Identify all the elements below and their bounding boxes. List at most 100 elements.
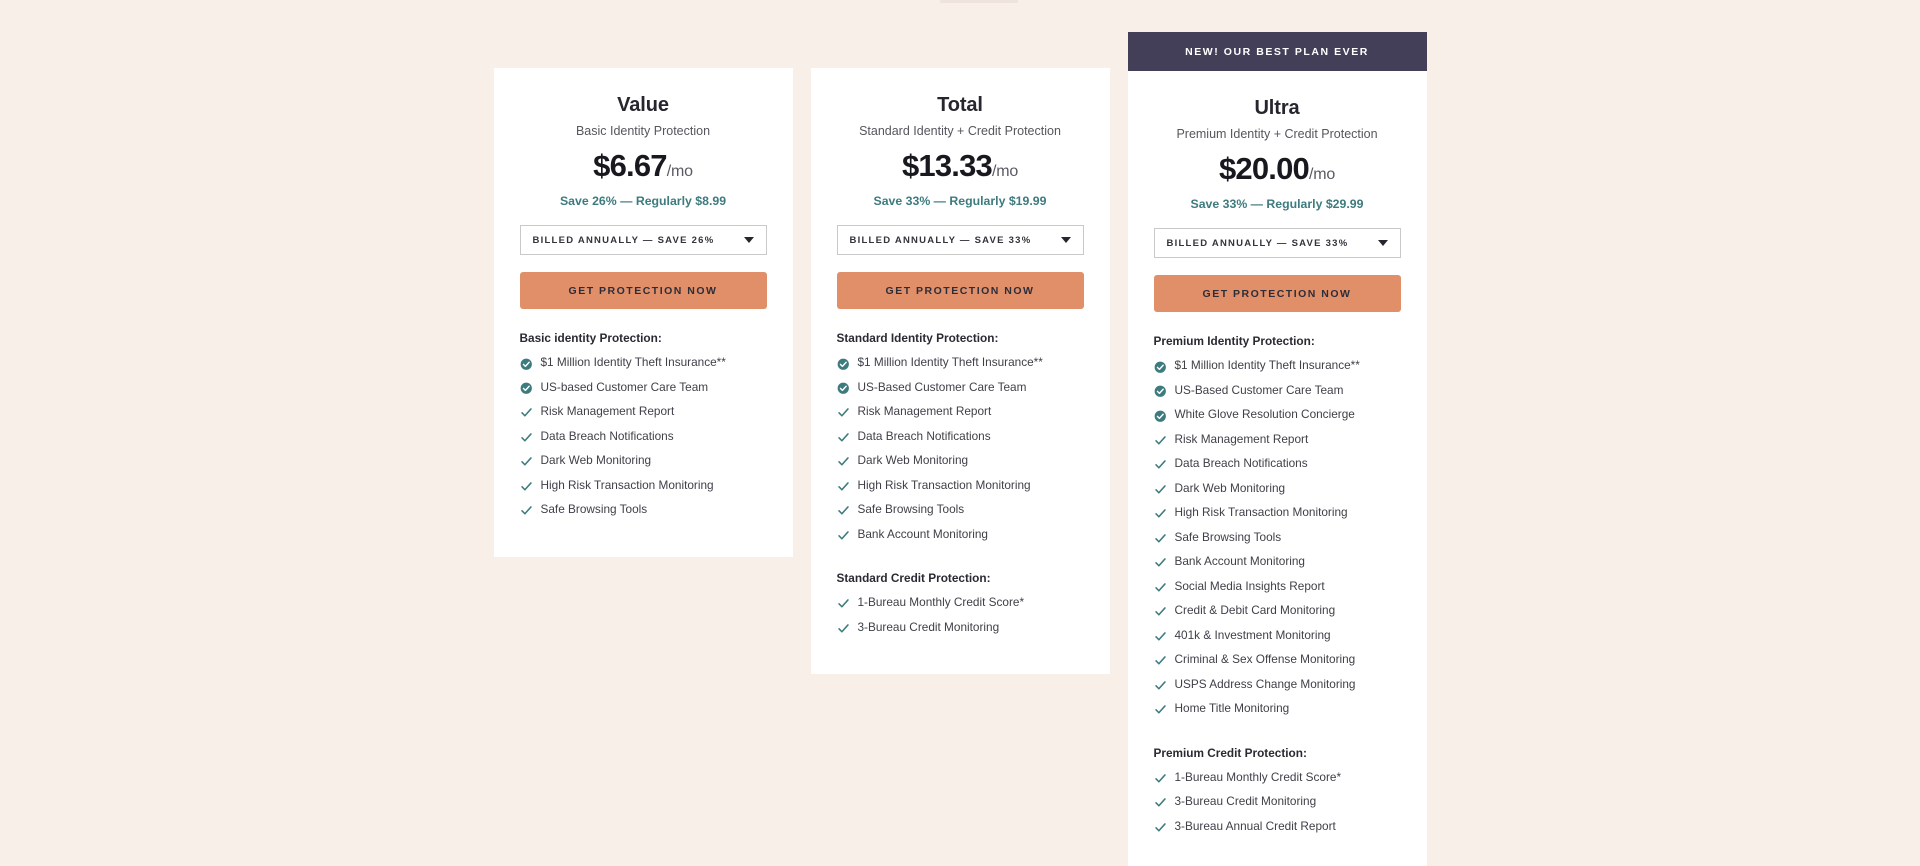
feature-label: Data Breach Notifications: [540, 428, 674, 443]
feature-label: Safe Browsing Tools: [1174, 529, 1282, 544]
pricing-card-total: Total Standard Identity + Credit Protecti…: [810, 68, 1110, 675]
feature-label: High Risk Transaction Monitoring: [540, 477, 714, 492]
check-icon: [1154, 771, 1167, 786]
feature-label: $1 Million Identity Theft Insurance**: [1174, 358, 1360, 373]
feature-label: Social Media Insights Report: [1174, 578, 1325, 593]
feature-item: White Glove Resolution Concierge: [1154, 407, 1401, 423]
feature-item: Dark Web Monitoring: [1154, 481, 1401, 497]
feature-label: 1-Bureau Monthly Credit Score*: [857, 595, 1025, 610]
check-circle-filled-icon: [520, 356, 533, 371]
feature-item: US-based Customer Care Team: [520, 380, 767, 396]
feature-item: $1 Million Identity Theft Insurance**: [837, 355, 1084, 371]
feature-label: $1 Million Identity Theft Insurance**: [857, 355, 1043, 370]
plan-tagline: Premium Identity + Credit Protection: [1176, 127, 1378, 141]
feature-section-heading: Standard Identity Protection:: [836, 331, 999, 346]
check-icon: [837, 596, 850, 611]
price-period: /mo: [1308, 166, 1336, 184]
check-icon: [1154, 457, 1167, 472]
check-icon: [1154, 702, 1167, 717]
feature-list: $1 Million Identity Theft Insurance** US-…: [520, 355, 767, 527]
feature-label: Risk Management Report: [540, 404, 675, 419]
get-protection-button[interactable]: GET PROTECTION NOW: [1153, 275, 1401, 313]
check-icon: [1154, 555, 1167, 570]
get-protection-button[interactable]: GET PROTECTION NOW: [519, 272, 767, 310]
feature-label: White Glove Resolution Concierge: [1174, 407, 1355, 422]
feature-item: 1-Bureau Monthly Credit Score*: [837, 595, 1084, 611]
plan-tagline: Standard Identity + Credit Protection: [859, 124, 1061, 138]
feature-item: High Risk Transaction Monitoring: [520, 478, 767, 494]
feature-item: Risk Management Report: [1154, 432, 1401, 448]
feature-label: 1-Bureau Monthly Credit Score*: [1174, 769, 1342, 784]
feature-item: High Risk Transaction Monitoring: [837, 478, 1084, 494]
check-icon: [837, 430, 850, 445]
feature-label: Home Title Monitoring: [1174, 701, 1290, 716]
check-icon: [837, 454, 850, 469]
feature-label: Data Breach Notifications: [857, 428, 991, 443]
feature-item: Social Media Insights Report: [1154, 579, 1401, 595]
check-icon: [1154, 678, 1167, 693]
check-icon: [1154, 629, 1167, 644]
chevron-down-icon: [1377, 240, 1388, 247]
feature-label: US-based Customer Care Team: [540, 379, 709, 394]
billing-frequency-value: BILLED ANNUALLY — SAVE 33%: [849, 234, 1032, 246]
check-icon: [520, 454, 533, 469]
chevron-down-icon: [1060, 237, 1071, 244]
billing-frequency-select[interactable]: BILLED ANNUALLY — SAVE 33%: [836, 225, 1084, 256]
billing-frequency-select[interactable]: BILLED ANNUALLY — SAVE 26%: [519, 225, 767, 256]
get-protection-button[interactable]: GET PROTECTION NOW: [836, 272, 1084, 310]
price-amount: $13.33: [901, 148, 993, 184]
feature-item: 3-Bureau Credit Monitoring: [1154, 794, 1401, 810]
pricing-card-value: Value Basic Identity Protection $6.67/mo Sa…: [493, 68, 793, 557]
feature-label: Risk Management Report: [857, 404, 992, 419]
check-circle-filled-icon: [1154, 408, 1167, 423]
card-body-value: Value Basic Identity Protection $6.67/mo Sa…: [493, 68, 793, 557]
best-plan-badge: NEW! OUR BEST PLAN EVER: [1127, 32, 1427, 71]
check-icon: [1154, 604, 1167, 619]
feature-item: US-Based Customer Care Team: [1154, 383, 1401, 399]
feature-label: 401k & Investment Monitoring: [1174, 627, 1331, 642]
price-amount: $6.67: [593, 148, 667, 184]
feature-label: $1 Million Identity Theft Insurance**: [540, 355, 726, 370]
feature-item: 3-Bureau Annual Credit Report: [1154, 819, 1401, 835]
feature-item: Home Title Monitoring: [1154, 701, 1401, 717]
feature-item: High Risk Transaction Monitoring: [1154, 505, 1401, 521]
chevron-down-icon: [743, 237, 754, 244]
feature-label: Criminal & Sex Offense Monitoring: [1174, 652, 1356, 667]
feature-item: $1 Million Identity Theft Insurance**: [1154, 358, 1401, 374]
feature-item: Safe Browsing Tools: [1154, 530, 1401, 546]
feature-label: US-Based Customer Care Team: [1174, 382, 1344, 397]
check-icon: [837, 528, 850, 543]
feature-label: Dark Web Monitoring: [540, 453, 652, 468]
feature-item: Credit & Debit Card Monitoring: [1154, 603, 1401, 619]
check-circle-filled-icon: [837, 356, 850, 371]
check-icon: [837, 503, 850, 518]
feature-item: Risk Management Report: [837, 404, 1084, 420]
check-icon: [837, 621, 850, 636]
plan-name: Value: [617, 94, 669, 116]
feature-item: USPS Address Change Monitoring: [1154, 677, 1401, 693]
check-icon: [520, 479, 533, 494]
savings-note: Save 26% — Regularly $8.99: [559, 194, 727, 209]
price-period: /mo: [666, 163, 693, 181]
check-icon: [1154, 482, 1167, 497]
price-amount: $20.00: [1218, 151, 1310, 187]
feature-section-heading: Basic identity Protection:: [519, 331, 662, 346]
feature-label: Dark Web Monitoring: [857, 453, 969, 468]
feature-label: Safe Browsing Tools: [857, 502, 965, 517]
feature-label: Dark Web Monitoring: [1174, 480, 1286, 495]
feature-label: High Risk Transaction Monitoring: [857, 477, 1031, 492]
card-body-total: Total Standard Identity + Credit Protecti…: [810, 68, 1110, 675]
plan-name: Ultra: [1254, 97, 1300, 119]
check-circle-filled-icon: [1154, 359, 1167, 374]
feature-item: Criminal & Sex Offense Monitoring: [1154, 652, 1401, 668]
feature-list: 1-Bureau Monthly Credit Score* 3-Bureau C…: [1154, 770, 1401, 844]
feature-item: Dark Web Monitoring: [520, 453, 767, 469]
billing-frequency-select[interactable]: BILLED ANNUALLY — SAVE 33%: [1153, 228, 1401, 259]
savings-note: Save 33% — Regularly $19.99: [873, 194, 1047, 209]
feature-section-heading: Standard Credit Protection:: [836, 571, 991, 586]
feature-item: Dark Web Monitoring: [837, 453, 1084, 469]
plan-price: $6.67/mo: [520, 148, 767, 184]
feature-item: Data Breach Notifications: [837, 429, 1084, 445]
check-icon: [1154, 506, 1167, 521]
check-circle-filled-icon: [1154, 384, 1167, 399]
